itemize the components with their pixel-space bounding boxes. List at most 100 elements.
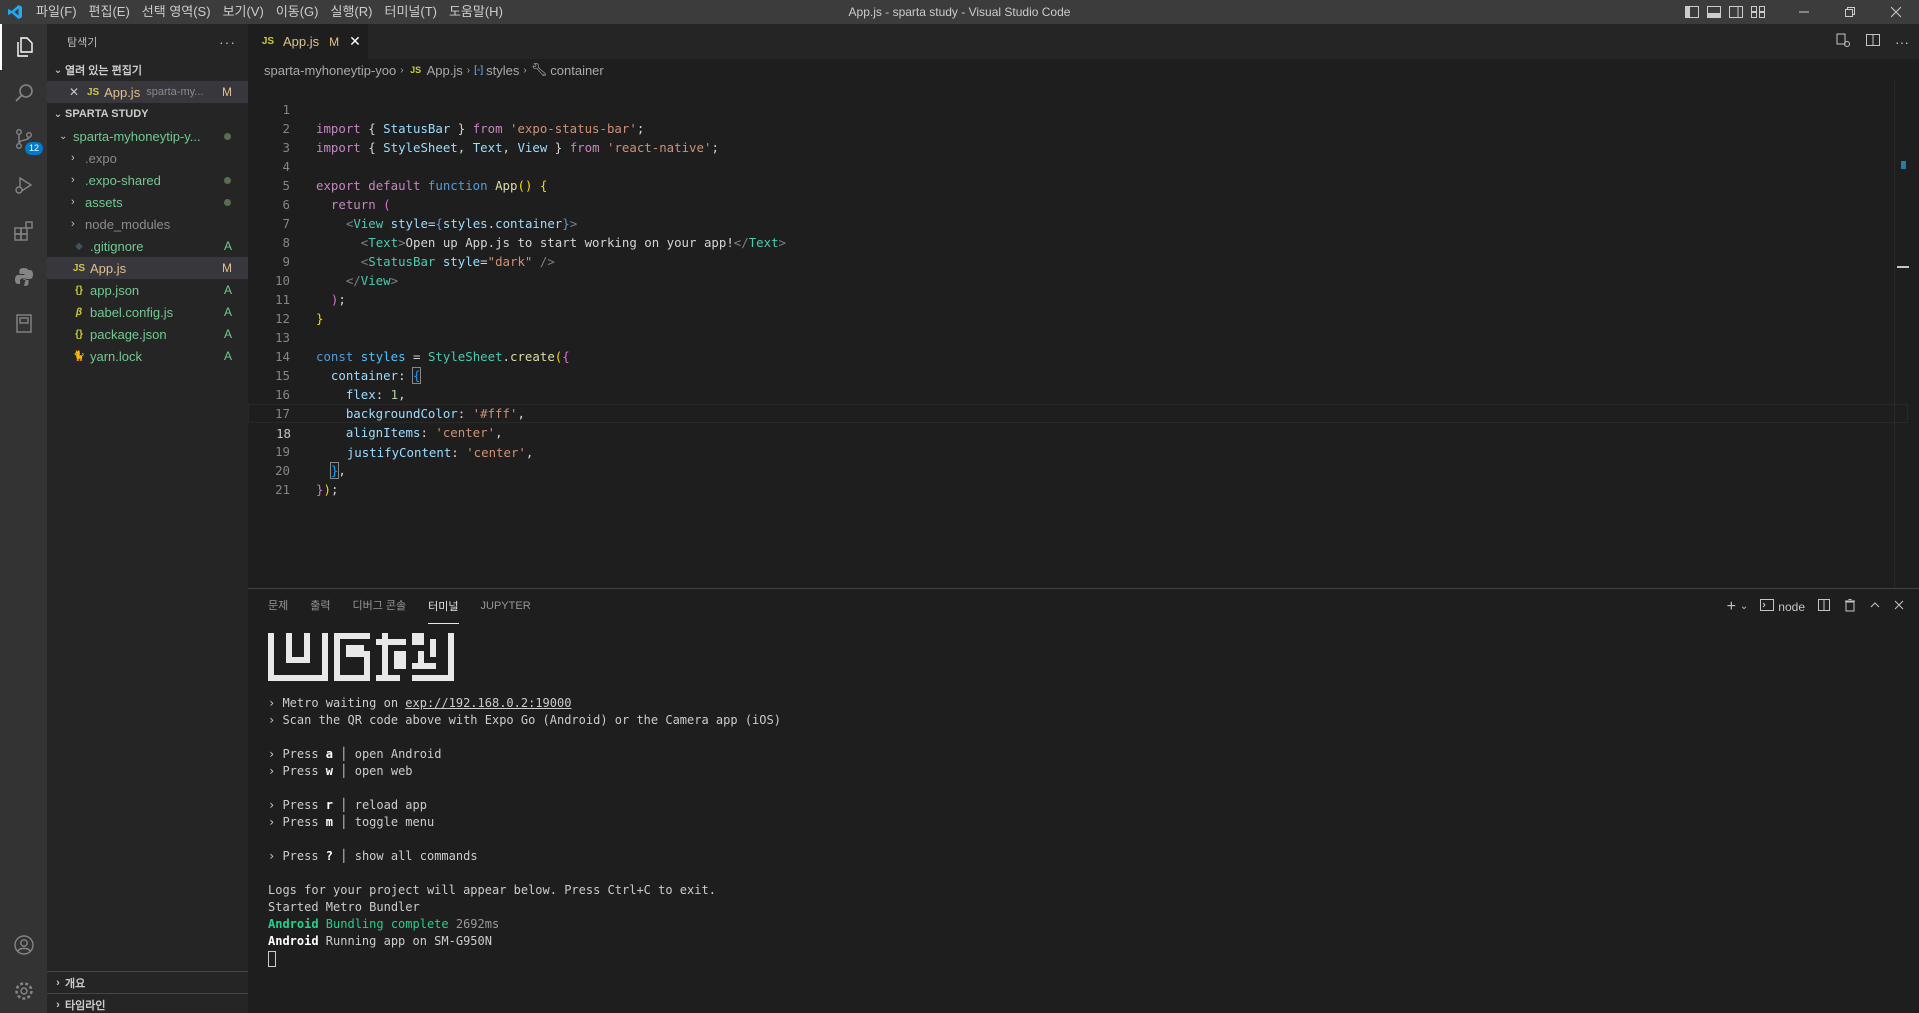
terminal-name[interactable]: node <box>1778 600 1805 614</box>
activity-bar: 12 <box>0 24 47 1013</box>
terminal-line: Started Metro Bundler <box>268 900 420 914</box>
code-line: 9 </View> <box>248 233 1908 288</box>
tab-problems[interactable]: 문제 <box>268 589 288 624</box>
open-editor-status: M <box>222 85 232 99</box>
close-window-icon[interactable] <box>1873 0 1919 24</box>
minimize-icon[interactable] <box>1781 0 1827 24</box>
root-folder[interactable]: ⌄ sparta-myhoneytip-y... <box>47 125 248 147</box>
json-file-icon: {} <box>75 284 83 296</box>
js-file-icon: JS <box>410 65 422 75</box>
remote-explorer-icon[interactable] <box>0 300 47 346</box>
toggle-panel-icon[interactable] <box>1703 0 1725 24</box>
tree-item-babel-config[interactable]: β babel.config.js A <box>47 301 248 323</box>
chevron-down-icon: ⌄ <box>59 130 68 142</box>
tree-item-gitignore[interactable]: ◆ .gitignore A <box>47 235 248 257</box>
timeline-section[interactable]: › 타임라인 <box>47 993 248 1013</box>
tree-item-label: package.json <box>90 326 167 342</box>
code-line: 10 ); <box>248 252 1908 307</box>
menu-edit[interactable]: 편집(E) <box>83 0 136 24</box>
trash-icon[interactable] <box>1843 598 1857 615</box>
breadcrumb-symbol-styles[interactable]: styles <box>486 63 519 78</box>
tree-item-app-js[interactable]: JS App.js M <box>47 257 248 279</box>
chevron-right-icon: › <box>71 174 75 186</box>
accounts-icon[interactable] <box>0 922 47 968</box>
terminal-line: › Press m │ toggle menu <box>268 815 435 829</box>
settings-gear-icon[interactable] <box>0 968 47 1013</box>
open-changes-icon[interactable] <box>1835 32 1851 51</box>
json-file-icon: {} <box>75 328 83 340</box>
terminal-line: Android Running app on SM-G950N <box>268 934 492 948</box>
python-icon[interactable] <box>0 254 47 300</box>
code-line: 20 }); <box>248 442 1908 497</box>
breadcrumb-folder[interactable]: sparta-myhoneytip-yoo <box>264 63 396 78</box>
more-actions-icon[interactable]: ··· <box>219 34 236 50</box>
close-icon[interactable]: ✕ <box>349 33 361 50</box>
chevron-right-icon: › <box>466 64 471 76</box>
open-editor-item[interactable]: ✕ JS App.js sparta-my... M <box>47 81 248 103</box>
code-line: 2 import { StyleSheet, Text, View } from… <box>248 100 1908 155</box>
menu-selection[interactable]: 선택 영역(S) <box>136 0 217 24</box>
outline-section[interactable]: › 개요 <box>47 971 248 993</box>
code-editor[interactable]: 1 import { StatusBar } from 'expo-status… <box>248 81 1909 588</box>
menu-run[interactable]: 실행(R) <box>325 0 379 24</box>
open-editors-section[interactable]: ⌄ 열려 있는 편집기 <box>47 59 248 81</box>
tree-item-yarn-lock[interactable]: 🐈 yarn.lock A <box>47 345 248 367</box>
workspace-section[interactable]: ⌄ SPARTA STUDY <box>47 103 248 125</box>
close-icon[interactable]: ✕ <box>69 85 79 99</box>
editor-tabs: JS App.js M ✕ ··· <box>248 24 1919 59</box>
breadcrumb-file[interactable]: App.js <box>427 63 463 78</box>
tree-item-app-json[interactable]: {} app.json A <box>47 279 248 301</box>
tree-item-node-modules[interactable]: › node_modules <box>47 213 248 235</box>
tab-debug-console[interactable]: 디버그 콘솔 <box>353 589 407 624</box>
menu-terminal[interactable]: 터미널(T) <box>378 0 442 24</box>
terminal-line: Logs for your project will appear below.… <box>268 883 716 897</box>
tab-app-js[interactable]: JS App.js M ✕ <box>248 24 368 59</box>
restore-icon[interactable] <box>1827 0 1873 24</box>
open-editors-title: 열려 있는 편집기 <box>65 65 142 77</box>
tree-item-assets[interactable]: › assets <box>47 191 248 213</box>
menu-view[interactable]: 보기(V) <box>217 0 270 24</box>
search-icon[interactable] <box>0 70 47 116</box>
tree-item-label: node_modules <box>85 216 171 232</box>
new-terminal-icon[interactable]: + <box>1727 598 1736 616</box>
customize-layout-icon[interactable] <box>1747 0 1769 24</box>
tab-output[interactable]: 출력 <box>310 589 330 624</box>
babel-file-icon: β <box>75 306 83 318</box>
maximize-panel-icon[interactable] <box>1869 599 1881 614</box>
split-terminal-icon[interactable] <box>1817 598 1831 615</box>
more-actions-icon[interactable]: ··· <box>1895 34 1909 50</box>
toggle-secondary-sidebar-icon[interactable] <box>1725 0 1747 24</box>
chevron-right-icon: › <box>71 196 75 208</box>
breadcrumb-symbol-container[interactable]: container <box>550 63 603 78</box>
run-debug-icon[interactable] <box>0 162 47 208</box>
split-editor-icon[interactable] <box>1865 32 1881 51</box>
menu-go[interactable]: 이동(G) <box>270 0 325 24</box>
extensions-icon[interactable] <box>0 208 47 254</box>
chevron-down-icon: ⌄ <box>53 64 63 76</box>
terminal-line: › Metro waiting on exp://192.168.0.2:190… <box>268 696 572 710</box>
editor-scrollbar[interactable] <box>1894 81 1909 588</box>
menu-file[interactable]: 파일(F) <box>30 0 83 24</box>
code-line: 1 import { StatusBar } from 'expo-status… <box>248 81 1908 136</box>
variable-icon: [◦] <box>474 64 484 76</box>
toggle-sidebar-icon[interactable] <box>1681 0 1703 24</box>
code-line: 16 backgroundColor: '#fff', <box>248 366 1908 421</box>
explorer-icon[interactable] <box>0 24 47 70</box>
chevron-right-icon: › <box>400 64 404 76</box>
tree-item-expo-shared[interactable]: › .expo-shared <box>47 169 248 191</box>
terminal-line: › Press r │ reload app <box>268 798 427 812</box>
close-panel-icon[interactable] <box>1893 599 1905 614</box>
chevron-down-icon[interactable]: ⌄ <box>1740 601 1748 612</box>
tab-terminal[interactable]: 터미널 <box>428 600 459 624</box>
scrollbar-cursor-marker <box>1897 266 1909 268</box>
gitignore-file-icon: ◆ <box>75 240 83 252</box>
source-control-icon[interactable]: 12 <box>0 116 47 162</box>
metro-url-link[interactable]: exp://192.168.0.2:19000 <box>405 696 571 710</box>
tree-item-package-json[interactable]: {} package.json A <box>47 323 248 345</box>
tree-item-label: yarn.lock <box>90 348 143 364</box>
explorer-title: 탐색기 <box>67 36 98 49</box>
menu-help[interactable]: 도움말(H) <box>443 0 509 24</box>
tab-jupyter[interactable]: JUPYTER <box>481 589 531 624</box>
chevron-right-icon: › <box>71 152 75 164</box>
tree-item-expo[interactable]: › .expo <box>47 147 248 169</box>
